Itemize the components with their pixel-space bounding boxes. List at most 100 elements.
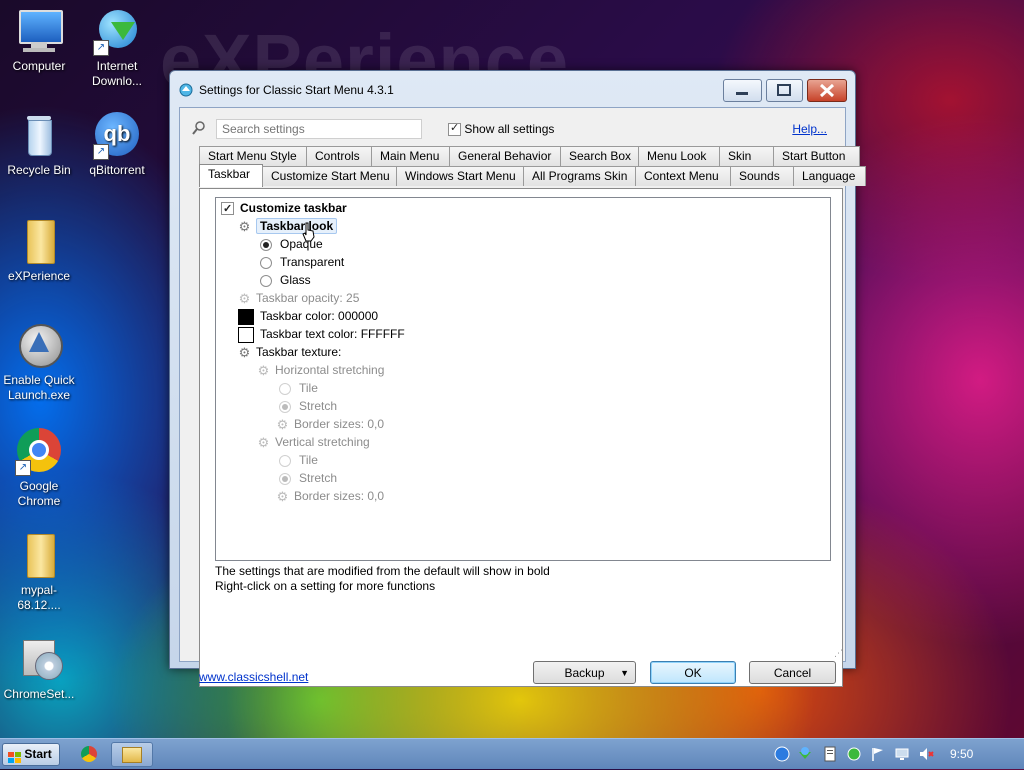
classic-shell-icon	[179, 83, 193, 97]
tab-search-box[interactable]: Search Box	[560, 146, 639, 166]
taskbar-text-color-item[interactable]: Taskbar text color: FFFFFF	[238, 325, 405, 343]
customize-taskbar-item[interactable]: Customize taskbar	[221, 199, 347, 218]
tab-main-menu[interactable]: Main Menu	[371, 146, 450, 166]
windows-logo-icon	[8, 749, 21, 764]
desktop-icon-enable-quick-launch[interactable]: Enable Quick Launch.exe	[0, 322, 78, 403]
minimize-icon	[736, 92, 748, 95]
resize-grip-icon[interactable]: ⋰	[834, 649, 843, 659]
desktop-icon-internet-download[interactable]: ↗ Internet Downlo...	[78, 8, 156, 89]
desktop-icon-label: Enable Quick Launch.exe	[3, 373, 75, 402]
tab-language[interactable]: Language	[793, 166, 866, 186]
h-stretch-radio[interactable]	[279, 400, 291, 413]
desktop-icon-computer[interactable]: Computer	[0, 8, 78, 74]
shortcut-arrow-icon: ↗	[93, 144, 109, 160]
v-stretch-label: Stretch	[299, 471, 338, 485]
desktop-icon-recycle-bin[interactable]: Recycle Bin	[0, 112, 78, 178]
h-stretch-option[interactable]: Stretch	[279, 397, 337, 415]
h-border-sizes-item[interactable]: ⚙ Border sizes: 0,0	[276, 415, 384, 433]
taskbar-opacity-item[interactable]: ⚙ Taskbar opacity: 25	[238, 289, 360, 307]
tab-windows-start-menu[interactable]: Windows Start Menu	[396, 166, 524, 186]
show-all-checkbox[interactable]	[448, 121, 461, 137]
customize-taskbar-checkbox[interactable]	[221, 200, 234, 218]
volume-muted-icon[interactable]	[918, 746, 934, 762]
taskbar-color-item[interactable]: Taskbar color: 000000	[238, 307, 378, 325]
tab-context-menu[interactable]: Context Menu	[635, 166, 731, 186]
tab-row-lower: Taskbar Customize Start Menu Windows Sta…	[199, 164, 866, 187]
v-border-sizes-item[interactable]: ⚙ Border sizes: 0,0	[276, 487, 384, 505]
help-link[interactable]: Help...	[792, 122, 827, 136]
tab-controls[interactable]: Controls	[306, 146, 372, 166]
settings-dialog: Settings for Classic Start Menu 4.3.1 Sh…	[169, 70, 866, 687]
desktop-icon-mypal-folder[interactable]: mypal-68.12....	[0, 532, 78, 613]
gear-icon: ⚙	[238, 345, 251, 361]
shortcut-arrow-icon: ↗	[93, 40, 109, 56]
security-tray-icon[interactable]	[846, 746, 862, 762]
modified-settings-note: The settings that are modified from the …	[215, 564, 550, 578]
taskbar-chrome-button[interactable]	[70, 742, 108, 767]
tab-taskbar[interactable]: Taskbar	[199, 164, 263, 187]
installer-icon	[15, 636, 63, 684]
search-input[interactable]	[216, 119, 422, 139]
classicshell-website-link[interactable]: www.classicshell.net	[199, 670, 308, 684]
maximize-button[interactable]	[766, 79, 803, 102]
hand-cursor-icon	[302, 222, 315, 242]
desktop-icon-label: Computer	[12, 59, 66, 73]
desktop-icon-label: eXPerience	[7, 269, 71, 283]
download-manager-icon: ↗	[93, 8, 141, 56]
taskbar-look-item[interactable]: ⚙ Taskbar look	[238, 217, 338, 235]
v-tile-radio[interactable]	[279, 454, 291, 467]
close-button[interactable]	[807, 79, 847, 102]
document-tray-icon[interactable]	[822, 746, 838, 762]
close-icon	[819, 83, 835, 98]
desktop-icon-google-chrome[interactable]: ↗ Google Chrome	[0, 428, 78, 509]
v-tile-option[interactable]: Tile	[279, 451, 318, 469]
computer-icon	[15, 8, 63, 56]
qbittorrent-tray-icon[interactable]	[774, 746, 790, 762]
taskbar-opacity-label: Taskbar opacity: 25	[256, 291, 360, 305]
dialog-titlebar[interactable]: Settings for Classic Start Menu 4.3.1	[170, 71, 855, 107]
show-all-settings[interactable]: Show all settings	[448, 121, 554, 137]
opaque-radio[interactable]	[260, 238, 272, 251]
desktop-icon-label: Google Chrome	[17, 479, 61, 508]
tab-customize-start-menu[interactable]: Customize Start Menu	[262, 166, 397, 186]
desktop-icon-qbittorrent[interactable]: qb ↗ qBittorrent	[78, 112, 156, 178]
tab-start-menu-style[interactable]: Start Menu Style	[199, 146, 307, 166]
vertical-stretching-item[interactable]: ⚙ Vertical stretching	[257, 433, 370, 451]
v-stretch-radio[interactable]	[279, 472, 291, 485]
tab-skin[interactable]: Skin	[719, 146, 774, 166]
desktop-icon-experience-folder[interactable]: eXPerience	[0, 218, 78, 284]
tab-all-programs-skin[interactable]: All Programs Skin	[523, 166, 636, 186]
color-swatch-white	[238, 326, 254, 343]
taskbar-explorer-button[interactable]	[111, 742, 153, 767]
horizontal-stretching-item[interactable]: ⚙ Horizontal stretching	[257, 361, 385, 379]
glass-radio[interactable]	[260, 274, 272, 287]
transparent-radio[interactable]	[260, 256, 272, 269]
cancel-button[interactable]: Cancel	[749, 661, 836, 684]
tab-menu-look[interactable]: Menu Look	[638, 146, 720, 166]
desktop-icon-chromesetup[interactable]: ChromeSet...	[0, 636, 78, 702]
gear-icon: ⚙	[276, 417, 289, 433]
desktop-icon-label: Internet Downlo...	[91, 59, 143, 88]
network-tray-icon[interactable]	[894, 746, 910, 762]
glass-option[interactable]: Glass	[260, 271, 311, 289]
ok-button[interactable]: OK	[650, 661, 736, 684]
transparent-label: Transparent	[280, 255, 345, 269]
v-stretch-option[interactable]: Stretch	[279, 469, 337, 487]
download-tray-icon[interactable]	[797, 746, 813, 762]
h-tile-label: Tile	[299, 381, 318, 395]
action-center-flag-icon[interactable]	[870, 746, 886, 762]
settings-tree[interactable]: Customize taskbar ⚙Taskbar look Opaque T…	[215, 197, 831, 561]
taskbar-texture-item[interactable]: ⚙ Taskbar texture:	[238, 343, 342, 361]
minimize-button[interactable]	[723, 79, 762, 102]
explorer-folder-icon	[122, 747, 142, 763]
tab-sounds[interactable]: Sounds	[730, 166, 794, 186]
chrome-icon: ↗	[15, 428, 63, 476]
taskbar-clock[interactable]: 9:50	[950, 747, 973, 761]
backup-button[interactable]: Backup ▼	[533, 661, 636, 684]
transparent-option[interactable]: Transparent	[260, 253, 344, 271]
tab-start-button[interactable]: Start Button	[773, 146, 860, 166]
h-tile-option[interactable]: Tile	[279, 379, 318, 397]
start-button[interactable]: Start	[2, 743, 60, 766]
h-tile-radio[interactable]	[279, 382, 291, 395]
tab-general-behavior[interactable]: General Behavior	[449, 146, 561, 166]
